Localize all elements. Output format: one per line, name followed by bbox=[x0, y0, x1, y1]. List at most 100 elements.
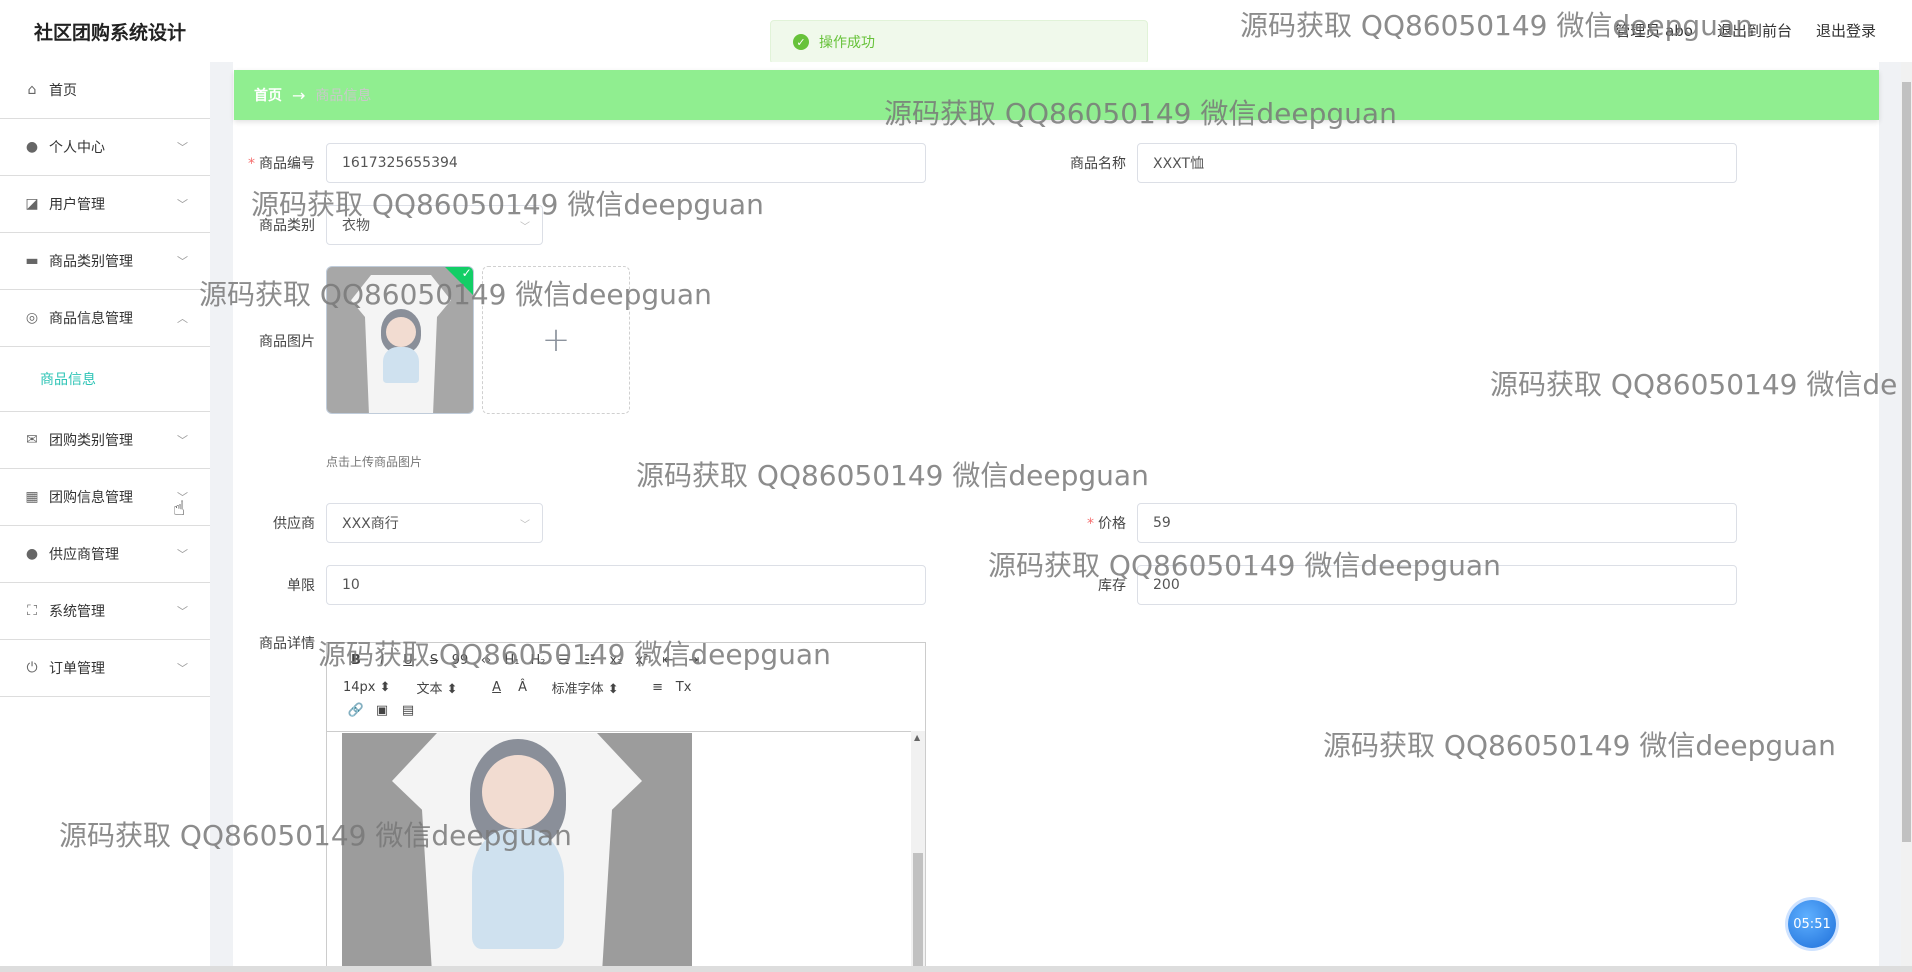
mail-icon: ✉ bbox=[26, 432, 38, 448]
figure-head bbox=[482, 755, 554, 829]
submenu-item-label: 商品信息 bbox=[40, 372, 96, 388]
arrow-right-icon: → bbox=[292, 85, 306, 105]
check-circle-icon: ✓ bbox=[793, 34, 809, 50]
clear-format-button[interactable]: Tx bbox=[671, 680, 697, 695]
sidebar-item-personal-center[interactable]: ● 个人中心 ﹀ bbox=[0, 119, 210, 176]
goods-name-input[interactable]: XXXT恤 bbox=[1137, 143, 1737, 183]
heading2-button[interactable]: H₂ bbox=[525, 653, 551, 668]
stock-input[interactable]: 200 bbox=[1137, 565, 1737, 605]
sidebar-item-home[interactable]: ⌂ 首页 bbox=[0, 62, 210, 119]
name-label: 商品名称 bbox=[1070, 156, 1126, 172]
rich-text-editor[interactable]: B I U S 99 ‹› H₁ H₂ ☰ ☷ x₂ x² ⇤ ⇥ 14px ⬍… bbox=[326, 642, 926, 972]
check-icon: ✓ bbox=[461, 266, 472, 281]
bold-button[interactable]: B bbox=[343, 653, 369, 668]
page-scroll-thumb[interactable] bbox=[1902, 82, 1911, 842]
chevron-down-icon: ﹀ bbox=[177, 548, 188, 561]
video-icon[interactable]: ▤ bbox=[395, 703, 421, 718]
underline-button[interactable]: U bbox=[395, 653, 421, 668]
detail-label: 商品详情 bbox=[259, 636, 315, 652]
font-size-select[interactable]: 14px ⬍ bbox=[343, 680, 391, 695]
submenu-item-goods-info[interactable]: 商品信息 bbox=[0, 347, 210, 412]
subscript-button[interactable]: x₂ bbox=[603, 653, 629, 668]
upload-add-button[interactable]: + bbox=[482, 266, 630, 414]
page-scrollbar[interactable] bbox=[1901, 62, 1912, 972]
sidebar-item-goods-category[interactable]: ▬ 商品类别管理 ﹀ bbox=[0, 233, 210, 290]
category-value: 衣物 bbox=[342, 218, 370, 234]
italic-button[interactable]: I bbox=[369, 653, 395, 668]
heading1-button[interactable]: H₁ bbox=[499, 653, 525, 668]
code-button[interactable]: ‹› bbox=[473, 653, 499, 668]
logout-link[interactable]: 退出登录 bbox=[1816, 20, 1876, 41]
figure-body bbox=[383, 347, 419, 383]
sidebar-item-orders[interactable]: ⏻ 订单管理 ﹀ bbox=[0, 640, 210, 697]
sidebar-item-label: 首页 bbox=[49, 83, 77, 99]
briefcase-icon: ▬ bbox=[25, 253, 39, 269]
strike-button[interactable]: S bbox=[421, 653, 447, 668]
figure-head bbox=[386, 317, 416, 347]
image-icon[interactable]: ▣ bbox=[369, 703, 395, 718]
image-label: 商品图片 bbox=[259, 334, 315, 350]
superscript-button[interactable]: x² bbox=[629, 653, 655, 668]
sidebar-item-label: 供应商管理 bbox=[49, 547, 119, 563]
ordered-list-button[interactable]: ☰ bbox=[551, 653, 577, 668]
hand-cursor-icon: ☝ bbox=[173, 496, 186, 520]
breadcrumb: 首页 → 商品信息 bbox=[234, 70, 1879, 120]
floating-clock[interactable]: 05:51 bbox=[1788, 900, 1836, 948]
chevron-up-icon: ︿ bbox=[177, 312, 188, 325]
toast-message: 操作成功 bbox=[819, 35, 875, 51]
sidebar-item-supplier[interactable]: ● 供应商管理 ﹀ bbox=[0, 526, 210, 583]
align-button[interactable]: ≡ bbox=[645, 680, 671, 695]
limit-input[interactable]: 10 bbox=[326, 565, 926, 605]
indent-button[interactable]: ⇥ bbox=[681, 653, 707, 668]
editor-content[interactable]: ▲ bbox=[327, 731, 925, 971]
target-icon: ◎ bbox=[25, 310, 39, 326]
sidebar-item-label: 商品信息管理 bbox=[49, 311, 133, 327]
supplier-select[interactable]: XXX商行 ﹀ bbox=[326, 503, 543, 543]
breadcrumb-home[interactable]: 首页 bbox=[254, 85, 282, 105]
background-color-button[interactable]: Â bbox=[510, 680, 536, 695]
outdent-button[interactable]: ⇤ bbox=[655, 653, 681, 668]
sidebar-item-label: 用户管理 bbox=[49, 197, 105, 213]
category-label: 商品类别 bbox=[259, 218, 315, 234]
toolbar-row-insert: 🔗 ▣ ▤ bbox=[343, 703, 421, 718]
editor-scrollbar[interactable]: ▲ bbox=[911, 731, 925, 971]
editor-scroll-thumb[interactable] bbox=[913, 853, 923, 971]
admin-label: 管理员 abo bbox=[1615, 22, 1693, 40]
chevron-down-icon: ﹀ bbox=[177, 605, 188, 618]
sidebar-item-user-management[interactable]: ◪ 用户管理 ﹀ bbox=[0, 176, 210, 233]
link-icon[interactable]: 🔗 bbox=[343, 703, 369, 718]
clipboard-icon: ▦ bbox=[25, 489, 39, 505]
plus-icon: + bbox=[541, 320, 571, 360]
chevron-down-icon: ﹀ bbox=[177, 662, 188, 675]
scroll-up-icon[interactable]: ▲ bbox=[914, 733, 920, 742]
sidebar-item-label: 个人中心 bbox=[49, 140, 105, 156]
sidebar-item-label: 商品类别管理 bbox=[49, 254, 133, 270]
sidebar-item-label: 系统管理 bbox=[49, 604, 105, 620]
success-toast: ✓ 操作成功 bbox=[770, 20, 1148, 64]
chevron-down-icon: ﹀ bbox=[520, 520, 530, 531]
goods-code-input[interactable]: 1617325655394 bbox=[326, 143, 926, 183]
upload-tip: 点击上传商品图片 bbox=[326, 455, 423, 469]
supplier-value: XXX商行 bbox=[342, 516, 399, 532]
back-to-front-link[interactable]: 退出到前台 bbox=[1717, 20, 1792, 41]
price-label: * 价格 bbox=[1087, 516, 1126, 532]
chart-icon: ◪ bbox=[25, 196, 39, 212]
sidebar-item-label: 订单管理 bbox=[49, 661, 105, 677]
price-input[interactable]: 59 bbox=[1137, 503, 1737, 543]
font-color-button[interactable]: A bbox=[484, 680, 510, 695]
text-type-select[interactable]: 文本 ⬍ bbox=[417, 678, 458, 697]
goods-image-thumbnail[interactable]: ✓ bbox=[326, 266, 474, 414]
blockquote-button[interactable]: 99 bbox=[447, 653, 473, 668]
uploaded-check-badge: ✓ bbox=[443, 266, 473, 298]
sidebar-item-goods-info[interactable]: ◎ 商品信息管理 ︿ bbox=[0, 290, 210, 347]
sidebar-item-system[interactable]: ⛶ 系统管理 ﹀ bbox=[0, 583, 210, 640]
toolbar-row-style: 14px ⬍ 文本 ⬍ A Â 标准字体 ⬍ ≡ Tx bbox=[343, 678, 697, 697]
sidebar-item-group-category[interactable]: ✉ 团购类别管理 ﹀ bbox=[0, 412, 210, 469]
main-content: 首页 → 商品信息 * 商品编号 1617325655394 商品名称 XXXT恤… bbox=[233, 62, 1879, 972]
figure-body bbox=[472, 829, 564, 949]
chevron-down-icon: ﹀ bbox=[177, 198, 188, 211]
chevron-down-icon: ﹀ bbox=[520, 222, 530, 233]
bullet-list-button[interactable]: ☷ bbox=[577, 653, 603, 668]
category-select[interactable]: 衣物 ﹀ bbox=[326, 205, 543, 245]
font-family-select[interactable]: 标准字体 ⬍ bbox=[552, 678, 619, 697]
